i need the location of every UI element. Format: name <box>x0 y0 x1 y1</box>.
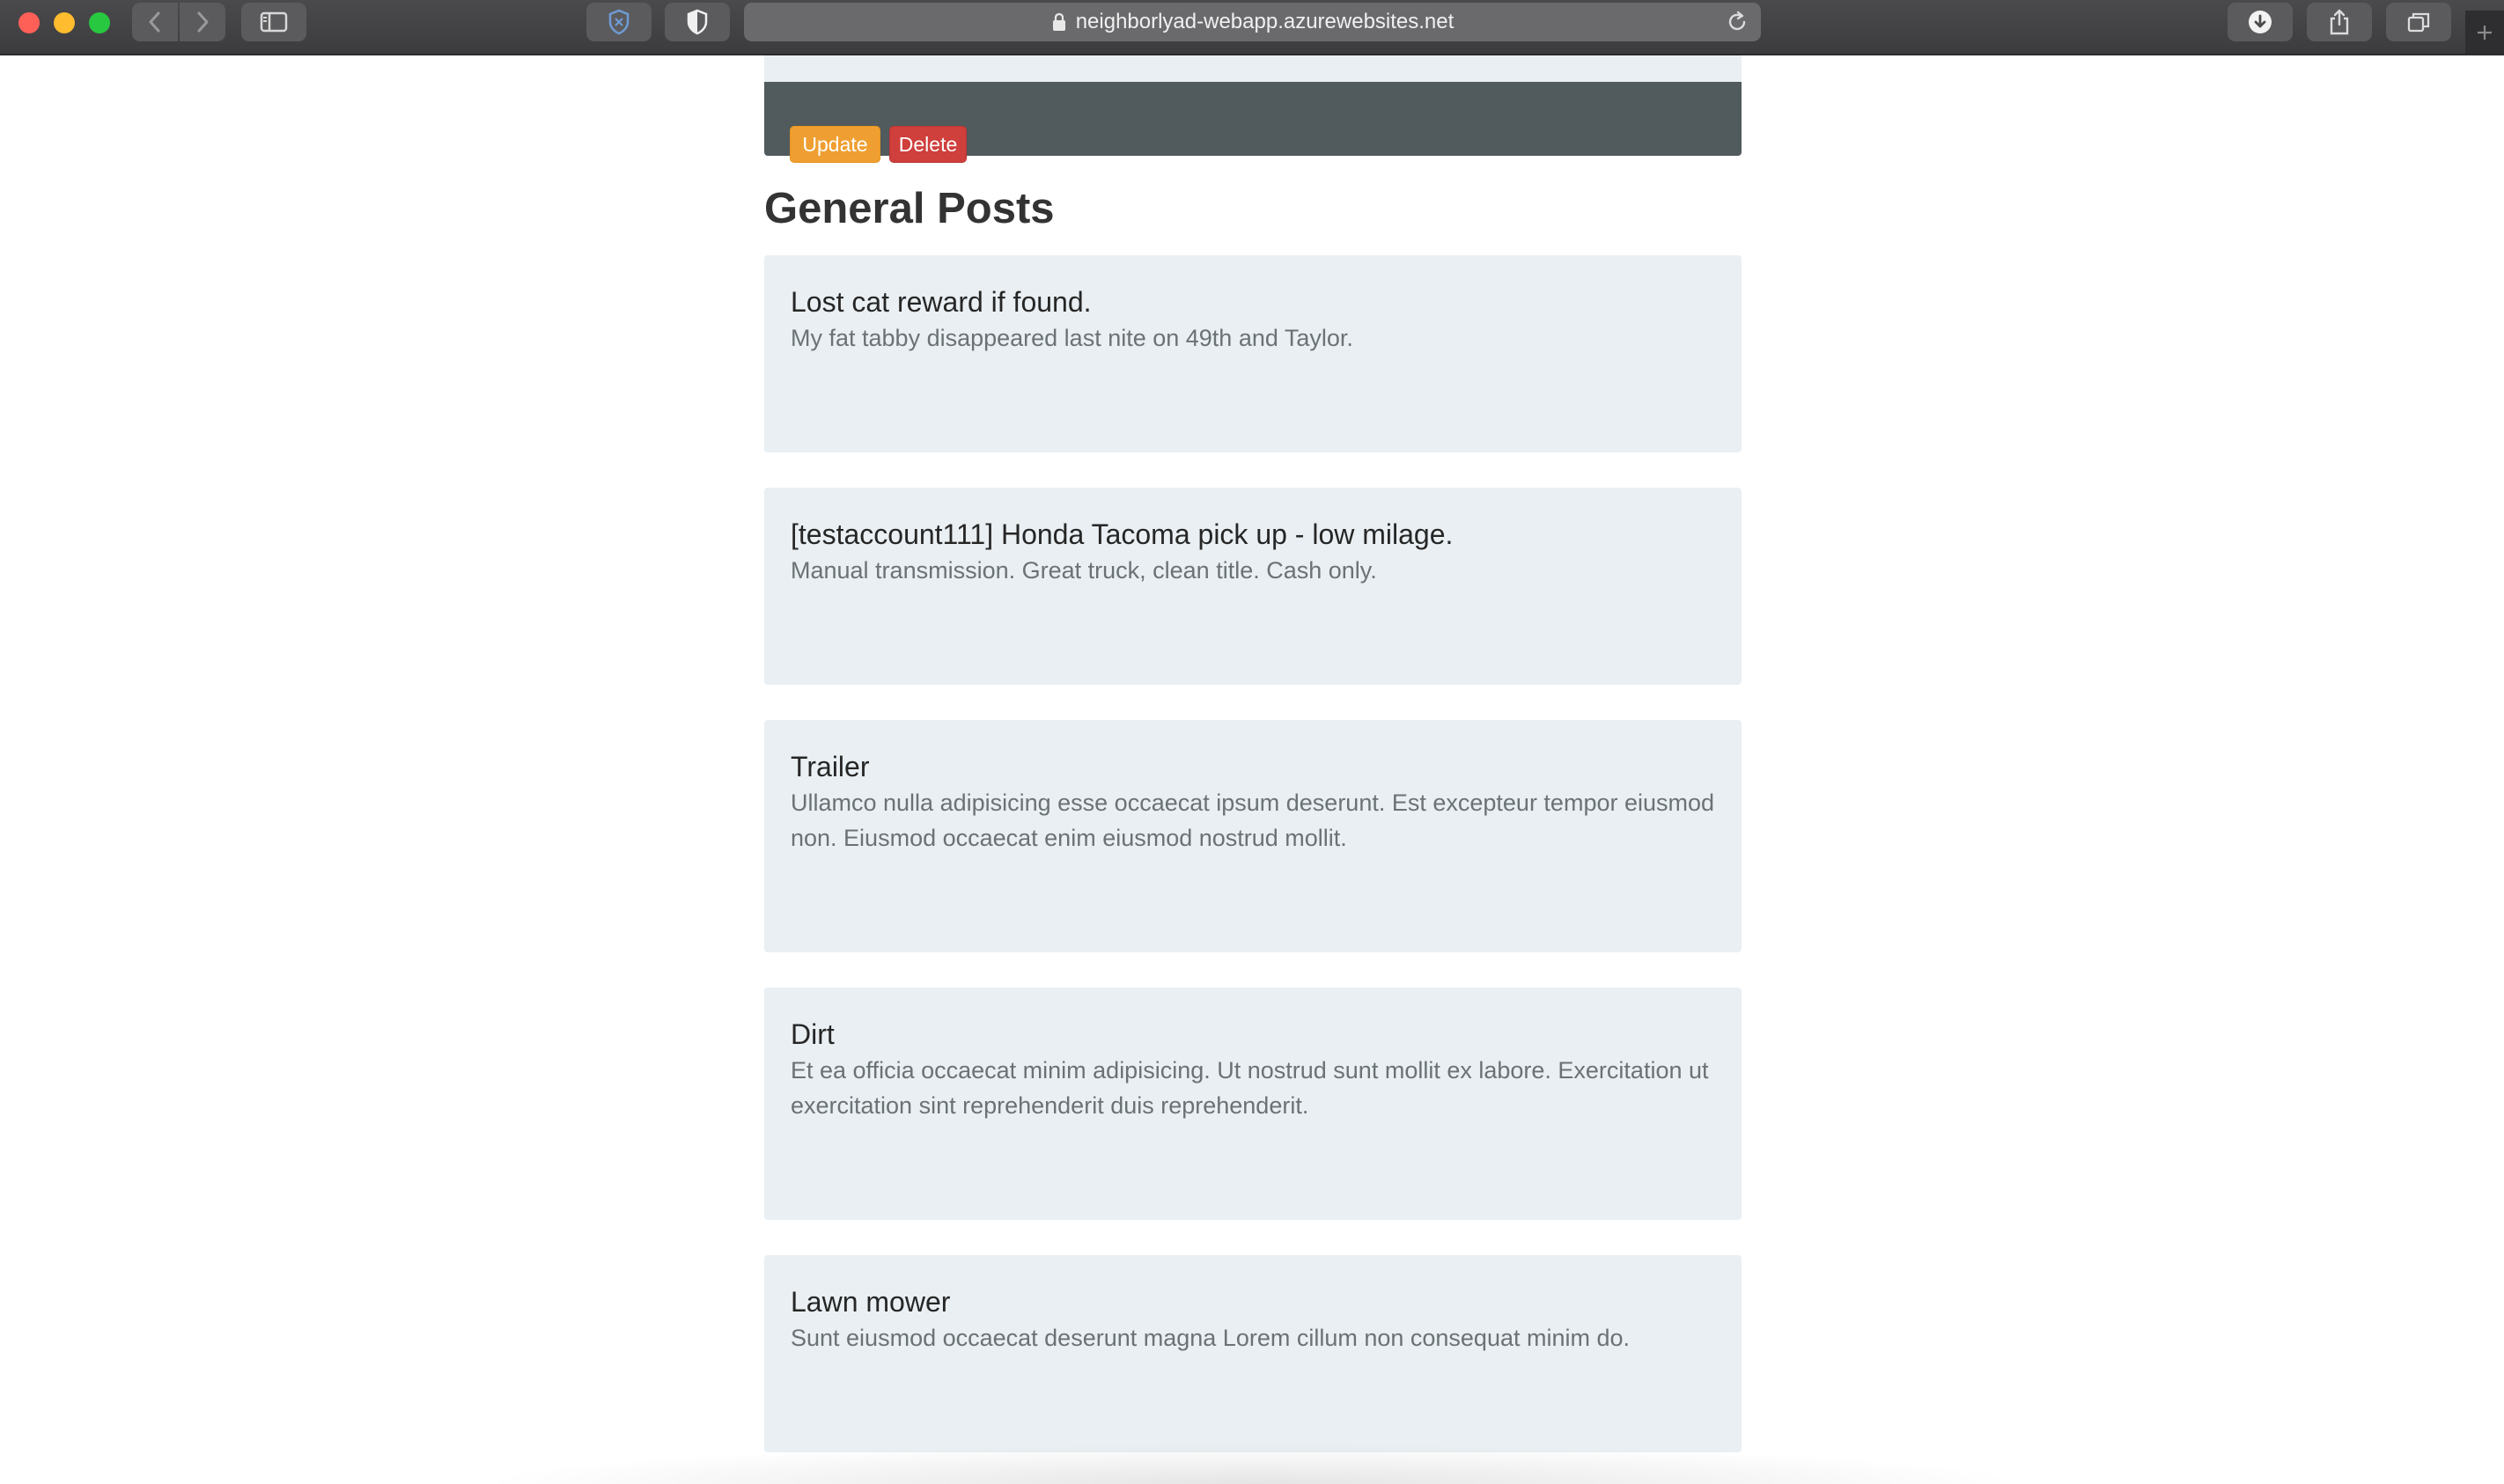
downloads-button[interactable] <box>2228 3 2293 41</box>
share-button[interactable] <box>2307 3 2372 41</box>
post-card[interactable]: Lost cat reward if found. My fat tabby d… <box>764 255 1742 452</box>
browser-toolbar: neighborlyad-webapp.azurewebsites.net <box>0 0 2504 55</box>
post-body: Ullamco nulla adipisicing esse occaecat … <box>791 790 1715 851</box>
url-text: neighborlyad-webapp.azurewebsites.net <box>1075 10 1455 33</box>
previous-card-bottom <box>764 55 1742 82</box>
half-shield-icon <box>687 9 708 35</box>
update-button[interactable]: Update <box>790 126 880 163</box>
post-title[interactable]: Lawn mower <box>791 1285 1715 1319</box>
zoom-window-button[interactable] <box>89 12 110 33</box>
post-title[interactable]: Trailer <box>791 750 1715 783</box>
post-body: Manual transmission. Great truck, clean … <box>791 557 1377 584</box>
action-panel: Update Delete <box>764 82 1742 163</box>
minimize-window-button[interactable] <box>54 12 75 33</box>
tab-overview-button[interactable] <box>2386 3 2451 41</box>
post-body: Sunt eiusmod occaecat deserunt magna Lor… <box>791 1325 1631 1351</box>
post-card[interactable]: [testaccount111] Honda Tacoma pick up - … <box>764 488 1742 685</box>
post-title[interactable]: [testaccount111] Honda Tacoma pick up - … <box>791 518 1715 551</box>
post-card[interactable]: Dirt Et ea officia occaecat minim adipis… <box>764 988 1742 1220</box>
address-bar[interactable]: neighborlyad-webapp.azurewebsites.net <box>744 3 1761 41</box>
shield-x-icon <box>608 9 630 35</box>
privacy-extension-button[interactable] <box>665 3 730 41</box>
share-icon <box>2330 9 2349 35</box>
delete-button[interactable]: Delete <box>889 126 967 163</box>
sidebar-toggle-button[interactable] <box>241 3 306 41</box>
forward-button[interactable] <box>180 3 225 41</box>
post-title[interactable]: Lost cat reward if found. <box>791 285 1715 319</box>
chevron-left-icon <box>149 11 160 33</box>
post-card[interactable]: Trailer Ullamco nulla adipisicing esse o… <box>764 720 1742 952</box>
extension-button[interactable] <box>586 3 652 41</box>
sidebar-icon <box>260 11 288 33</box>
tabs-overview-icon <box>2407 12 2430 33</box>
post-title[interactable]: Dirt <box>791 1017 1715 1051</box>
post-body: Et ea officia occaecat minim adipisicing… <box>791 1057 1709 1119</box>
post-card[interactable]: Lawn mower Sunt eiusmod occaecat deserun… <box>764 1255 1742 1452</box>
plus-icon <box>2478 26 2492 40</box>
lock-icon <box>1051 12 1067 32</box>
section-title: General Posts <box>764 185 1055 232</box>
post-body: My fat tabby disappeared last nite on 49… <box>791 325 1353 351</box>
new-tab-button[interactable] <box>2465 11 2504 55</box>
close-window-button[interactable] <box>18 12 40 33</box>
download-icon <box>2249 11 2272 33</box>
chevron-right-icon <box>197 11 209 33</box>
back-button[interactable] <box>132 3 178 41</box>
reload-icon[interactable] <box>1726 11 1749 40</box>
